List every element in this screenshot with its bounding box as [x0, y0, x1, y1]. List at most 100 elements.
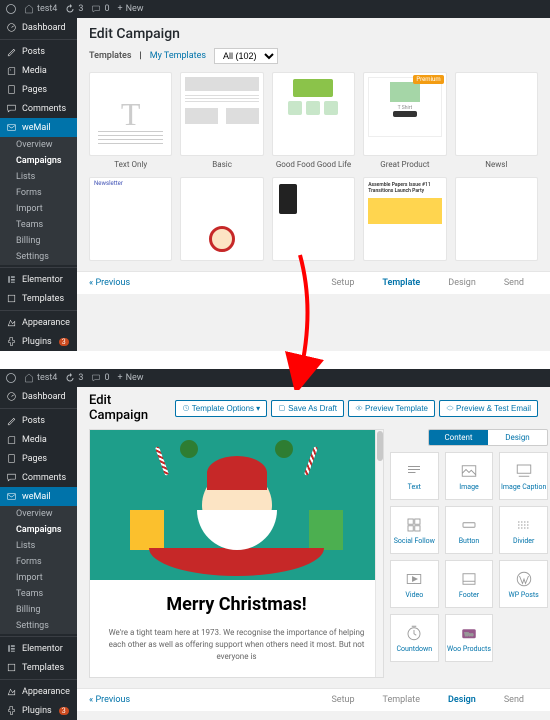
template-card[interactable]: ME	[455, 177, 538, 261]
step-send[interactable]: Send	[504, 695, 524, 705]
svg-text:Woo: Woo	[465, 632, 474, 638]
sidebar-posts[interactable]: Posts	[0, 39, 77, 61]
filter-mytemplates[interactable]: My Templates	[150, 51, 206, 61]
sidebar-comments[interactable]: Comments	[0, 468, 77, 487]
widget-button[interactable]: Button	[445, 506, 494, 554]
wp-logo-icon[interactable]	[6, 4, 16, 14]
sidebar-pages[interactable]: Pages	[0, 449, 77, 468]
sidebar-sub-lists[interactable]: Lists	[0, 538, 77, 554]
step-design[interactable]: Design	[448, 695, 476, 705]
email-heading[interactable]: Merry Christmas!	[104, 594, 369, 615]
template-card[interactable]: TText Only	[89, 72, 172, 169]
sidebar-sub-billing[interactable]: Billing	[0, 602, 77, 618]
sidebar-sub-import[interactable]: Import	[0, 570, 77, 586]
step-template[interactable]: Template	[382, 278, 420, 288]
sidebar-sub-overview[interactable]: Overview	[0, 506, 77, 522]
sidebar-sub-campaigns[interactable]: Campaigns	[0, 153, 77, 169]
new-link[interactable]: + New	[118, 4, 144, 14]
widget-footer[interactable]: Footer	[445, 560, 494, 608]
widget-countdown[interactable]: Countdown	[390, 614, 439, 662]
sidebar-media[interactable]: Media	[0, 61, 77, 80]
template-card[interactable]: Assemble Papers Issue #11 Transitions La…	[363, 177, 446, 261]
template-card[interactable]: Newsletter	[89, 177, 172, 261]
template-card[interactable]: PremiumT ShirtGreat Product	[363, 72, 446, 169]
sidebar-comments[interactable]: Comments	[0, 99, 77, 118]
widget-woo[interactable]: WooWoo Products	[445, 614, 494, 662]
sidebar-pages[interactable]: Pages	[0, 80, 77, 99]
sidebar-elementor[interactable]: Elementor	[0, 267, 77, 289]
template-card[interactable]: How Consumers' Trends are Transforming t…	[272, 177, 355, 261]
sidebar-sub-settings[interactable]: Settings	[0, 249, 77, 265]
save-draft-button[interactable]: Save As Draft	[271, 400, 344, 417]
wizard-steps: « Previous Setup Template Design Send	[77, 688, 550, 711]
updates-link[interactable]: 3	[65, 373, 83, 383]
template-options-button[interactable]: Template Options ▾	[175, 400, 267, 417]
sidebar-templates[interactable]: Templates	[0, 289, 77, 308]
sidebar-plugins[interactable]: Plugins3	[0, 701, 77, 720]
sidebar-appearance[interactable]: Appearance	[0, 310, 77, 332]
sidebar-sub-forms[interactable]: Forms	[0, 554, 77, 570]
admin-bar: test4 3 0 + New	[0, 369, 550, 387]
step-template[interactable]: Template	[383, 695, 420, 705]
template-card[interactable]	[180, 177, 263, 261]
widget-image-caption[interactable]: Image Caption	[499, 452, 548, 500]
wp-logo-icon[interactable]	[6, 373, 16, 383]
sidebar-sub-import[interactable]: Import	[0, 201, 77, 217]
sidebar-posts[interactable]: Posts	[0, 408, 77, 430]
step-send[interactable]: Send	[504, 278, 524, 288]
site-link[interactable]: test4	[24, 4, 57, 14]
plugins-badge: 3	[59, 707, 69, 715]
wizard-steps: « Previous Setup Template Design Send	[77, 271, 550, 294]
sidebar-templates[interactable]: Templates	[0, 658, 77, 677]
sidebar-sub-billing[interactable]: Billing	[0, 233, 77, 249]
step-setup[interactable]: Setup	[331, 695, 354, 705]
prev-button[interactable]: « Previous	[89, 278, 130, 288]
new-link[interactable]: + New	[118, 373, 144, 383]
preview-button[interactable]: Preview Template	[348, 400, 435, 417]
panel-design-editor: test4 3 0 + New Dashboard Posts Media Pa…	[0, 369, 550, 720]
widget-text[interactable]: Text	[390, 452, 439, 500]
page-title: Edit Campaign	[89, 26, 538, 42]
step-design[interactable]: Design	[448, 278, 476, 288]
filter-templates[interactable]: Templates	[89, 51, 132, 61]
admin-sidebar: Dashboard Posts Media Pages Comments weM…	[0, 18, 77, 351]
step-setup[interactable]: Setup	[331, 278, 354, 288]
sidebar-sub-campaigns[interactable]: Campaigns	[0, 522, 77, 538]
sidebar-elementor[interactable]: Elementor	[0, 636, 77, 658]
sidebar-wemail[interactable]: weMail	[0, 118, 77, 137]
filter-category-select[interactable]: All (102)	[214, 48, 278, 64]
site-link[interactable]: test4	[24, 373, 57, 383]
updates-link[interactable]: 3	[65, 4, 83, 14]
widget-social[interactable]: Social Follow	[390, 506, 439, 554]
widget-video[interactable]: Video	[390, 560, 439, 608]
template-card[interactable]: Good Food Good Life	[272, 72, 355, 169]
sidebar-plugins[interactable]: Plugins3	[0, 332, 77, 351]
tab-design[interactable]: Design	[488, 430, 547, 445]
sidebar-dashboard[interactable]: Dashboard	[0, 18, 77, 37]
comments-link[interactable]: 0	[91, 4, 109, 14]
canvas-scrollbar[interactable]	[375, 430, 383, 677]
template-grid: TText Only Basic Good Food Good Life Pre…	[77, 72, 550, 261]
template-card[interactable]: Newsl	[455, 72, 538, 169]
sidebar-appearance[interactable]: Appearance	[0, 679, 77, 701]
template-card[interactable]: Basic	[180, 72, 263, 169]
tab-content[interactable]: Content	[429, 430, 488, 445]
widget-wpposts[interactable]: WP Posts	[499, 560, 548, 608]
widget-divider[interactable]: Divider	[499, 506, 548, 554]
hero-image	[90, 430, 383, 580]
sidebar-sub-settings[interactable]: Settings	[0, 618, 77, 634]
sidebar-sub-overview[interactable]: Overview	[0, 137, 77, 153]
sidebar-sub-forms[interactable]: Forms	[0, 185, 77, 201]
sidebar-wemail[interactable]: weMail	[0, 487, 77, 506]
email-body-text[interactable]: We're a tight team here at 1973. We reco…	[104, 627, 369, 663]
sidebar-dashboard[interactable]: Dashboard	[0, 387, 77, 406]
comments-link[interactable]: 0	[91, 373, 109, 383]
prev-button[interactable]: « Previous	[89, 695, 130, 705]
sidebar-sub-teams[interactable]: Teams	[0, 217, 77, 233]
widget-image[interactable]: Image	[445, 452, 494, 500]
email-canvas[interactable]: Merry Christmas! We're a tight team here…	[89, 429, 384, 678]
preview-test-button[interactable]: Preview & Test Email	[439, 400, 538, 417]
sidebar-sub-teams[interactable]: Teams	[0, 586, 77, 602]
sidebar-sub-lists[interactable]: Lists	[0, 169, 77, 185]
sidebar-media[interactable]: Media	[0, 430, 77, 449]
